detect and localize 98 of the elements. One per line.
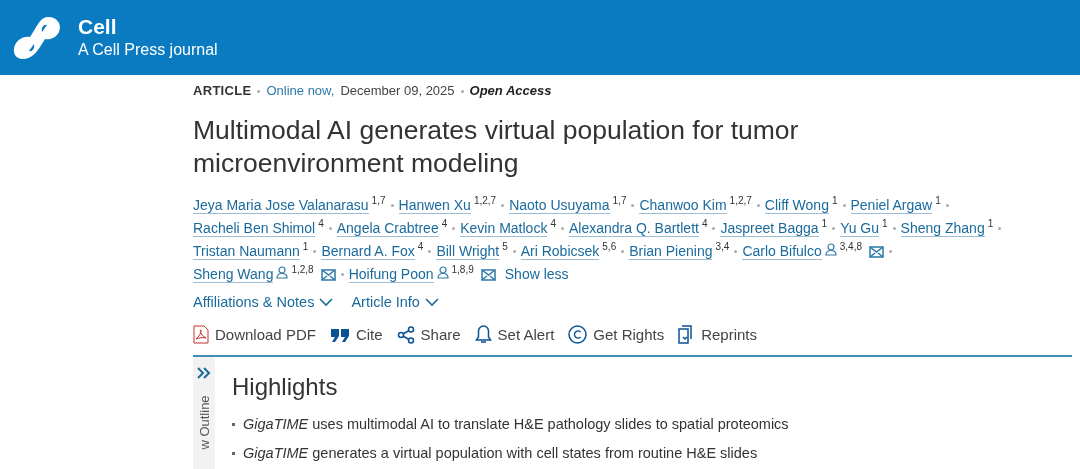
copyright-icon [568,325,588,344]
person-icon [824,243,837,256]
separator-dot [452,227,456,230]
affiliation-number: 1 [882,219,888,229]
author-link[interactable]: Yu Gu [840,220,880,237]
person-icon [276,266,289,279]
separator-dot [512,250,516,253]
affiliation-number: 1,7 [371,196,386,206]
affiliation-number: 5,6 [602,242,617,252]
affiliation-number: 1,8,9 [451,265,474,275]
separator-dot [257,89,261,93]
separator-dot [621,250,625,253]
author-link[interactable]: Chanwoo Kim [639,197,727,214]
separator-dot [712,227,716,230]
author-link[interactable]: Alexandra Q. Bartlett [568,220,699,237]
author-link[interactable]: Bernard A. Fox [321,243,415,260]
cite-action[interactable]: Cite [329,326,383,343]
separator-dot [842,204,846,207]
author-link[interactable]: Carlo Bifulco [742,243,822,260]
bullet-mark [232,423,235,426]
outline-label[interactable]: w Outline [196,395,212,450]
pdf-file-icon [193,325,209,344]
affiliation-number: 3,4 [715,242,730,252]
bell-icon [474,325,492,344]
author-link[interactable]: Cliff Wong [764,197,829,214]
open-access-label: Open Access [469,83,552,99]
separator-dot [998,227,1002,230]
affiliation-number: 5 [502,242,508,252]
journal-name: Cell [78,14,118,39]
separator-dot [460,89,464,93]
author-link[interactable]: Angela Crabtree [336,220,439,237]
separator-dot [832,227,836,230]
quote-icon [329,326,350,343]
author-link[interactable]: Jaspreet Bagga [720,220,819,237]
affiliation-number: 1,2,8 [291,265,314,275]
rights-action[interactable]: Get Rights [568,325,665,344]
mail-icon[interactable] [869,246,884,258]
author-link[interactable]: Naoto Usuyama [509,197,610,214]
affiliation-number: 4 [701,219,708,229]
reprints-action[interactable]: Reprints [678,325,758,344]
separator-dot [889,250,892,253]
separator-dot [428,250,432,253]
separator-dot [340,273,344,276]
author-link[interactable]: Sheng Zhang [900,220,985,237]
author-link[interactable]: Sheng Wang [193,266,274,283]
share-icon [396,325,415,344]
bullet-mark [232,452,235,455]
separator-dot [892,227,896,230]
separator-dot [945,204,949,207]
affiliation-number: 4 [550,219,556,229]
separator-dot [631,204,635,207]
author-link[interactable]: Jeya Maria Jose Valanarasu [193,197,369,214]
separator-dot [313,250,317,253]
journal-subtitle: A Cell Press journal [78,40,218,60]
affiliation-number: 1,2,7 [729,196,752,206]
separator-dot [328,227,332,230]
author-link[interactable]: Tristan Naumann [193,243,300,260]
alert-action[interactable]: Set Alert [474,325,555,344]
show-less-link[interactable]: Show less [504,263,569,286]
author-link[interactable]: Hanwen Xu [398,197,471,214]
affiliation-number: 3,4,8 [839,242,862,252]
author-link[interactable]: Peniel Argaw [850,197,933,214]
author-link[interactable]: Racheli Ben Shimol [193,220,316,237]
person-icon [436,266,449,279]
pdf-action[interactable]: Download PDF [193,325,316,344]
affiliation-number: 4 [318,219,324,229]
section-heading: Highlights [232,373,339,401]
affiliation-number: 1,2,7 [473,196,497,206]
author-link[interactable]: Ari Robicsek [520,243,600,260]
separator-dot [390,204,394,207]
expander-toggle[interactable]: Article Info [351,294,439,310]
highlight-text: GigaTIME generates a virtual population with cell states from routine H&E slides [243,444,758,462]
affiliation-number: 4 [417,242,424,252]
online-label: Online now, [266,83,335,99]
separator-dot [734,250,738,253]
author-link[interactable]: Hoifung Poon [348,266,434,283]
expander-toggle[interactable]: Affiliations & Notes [193,294,334,310]
author-link[interactable]: Kevin Matlock [460,220,548,237]
affiliation-number: 1,7 [612,196,627,206]
author-link[interactable]: Bill Wright [436,243,500,260]
publish-date: December 09, 2025 [340,83,455,99]
article-title: Multimodal AI generates virtual population for tumor microenvironment modeling [193,114,800,180]
mail-icon[interactable] [320,269,336,281]
mail-icon[interactable] [480,269,496,281]
share-action[interactable]: Share [396,325,461,344]
author-link[interactable]: Brian Piening [629,243,713,260]
article-type: ARTICLE [193,83,252,99]
affiliation-number: 1 [831,196,838,206]
affiliation-number: 1 [302,242,309,252]
separator-dot [501,204,505,207]
double-chevron-icon[interactable] [197,367,211,379]
separator-dot [560,227,564,230]
highlight-text: GigaTIME uses multimodal AI to translate H&E pathology slides to spatial proteomics [243,415,789,433]
affiliation-number: 1 [821,219,828,229]
separator-dot [756,204,760,207]
affiliation-number: 1 [987,219,994,229]
affiliation-number: 1 [935,196,941,206]
affiliation-number: 4 [441,219,448,229]
